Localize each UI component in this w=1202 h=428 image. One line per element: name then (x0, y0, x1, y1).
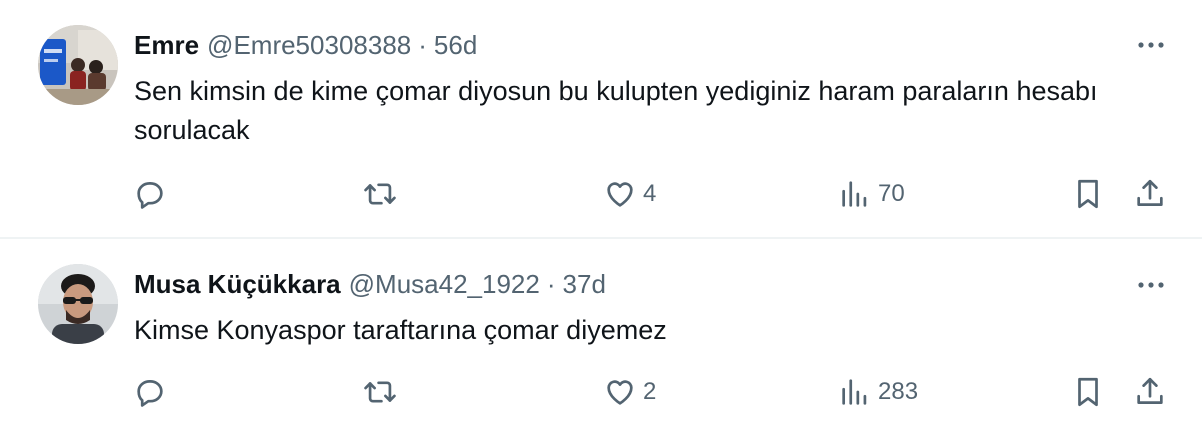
retweet-button[interactable] (363, 375, 397, 409)
heart-icon (607, 182, 633, 207)
share-icon (1137, 179, 1163, 206)
separator-dot: · (418, 29, 427, 60)
display-name[interactable]: Emre (134, 30, 199, 61)
share-button[interactable] (1133, 177, 1167, 211)
views-button[interactable]: 70 (838, 177, 905, 211)
separator-dot: · (546, 268, 556, 299)
timestamp[interactable]: 37d (563, 269, 606, 300)
more-icon (1138, 42, 1164, 48)
reply-icon (137, 380, 163, 407)
views-button[interactable]: 283 (838, 375, 918, 409)
reply-button[interactable] (133, 177, 167, 211)
display-name[interactable]: Musa Küçükkara (134, 269, 341, 300)
bookmark-icon (1078, 179, 1098, 209)
tweet-header: Emre @Emre50308388 · 56d (134, 27, 477, 63)
share-button[interactable] (1133, 375, 1167, 409)
views-count: 70 (878, 180, 905, 207)
tweet-text: Sen kimsin de kime çomar diyosun bu kulu… (134, 76, 1098, 145)
like-button[interactable]: 4 (603, 177, 656, 211)
views-count: 283 (878, 378, 919, 405)
reply-button[interactable] (133, 375, 167, 409)
views-icon (842, 181, 867, 207)
timestamp[interactable]: 56d (434, 30, 477, 61)
user-handle[interactable]: @Musa42_1922 (349, 269, 540, 300)
divider (0, 238, 1202, 239)
more-icon (1138, 282, 1164, 288)
bookmark-icon (1078, 377, 1098, 407)
retweet-icon (364, 183, 396, 205)
bookmark-button[interactable] (1071, 375, 1105, 409)
retweet-button[interactable] (363, 177, 397, 211)
retweet-icon (364, 381, 396, 403)
tweet-text: Kimse Konyaspor taraftarına çomar diyeme… (134, 315, 667, 345)
user-handle[interactable]: @Emre50308388 (207, 30, 411, 61)
like-count: 4 (643, 180, 657, 207)
avatar[interactable] (38, 264, 118, 344)
share-icon (1137, 377, 1163, 404)
tweet-header: Musa Küçükkara @Musa42_1922 · 37d (134, 266, 606, 302)
reply-icon (137, 182, 163, 209)
views-icon (842, 379, 867, 405)
more-options-button[interactable] (1134, 28, 1168, 62)
like-button[interactable]: 2 (603, 375, 656, 409)
bookmark-button[interactable] (1071, 177, 1105, 211)
heart-icon (607, 380, 633, 405)
like-count: 2 (643, 378, 657, 405)
more-options-button[interactable] (1134, 268, 1168, 302)
avatar[interactable] (38, 25, 118, 105)
